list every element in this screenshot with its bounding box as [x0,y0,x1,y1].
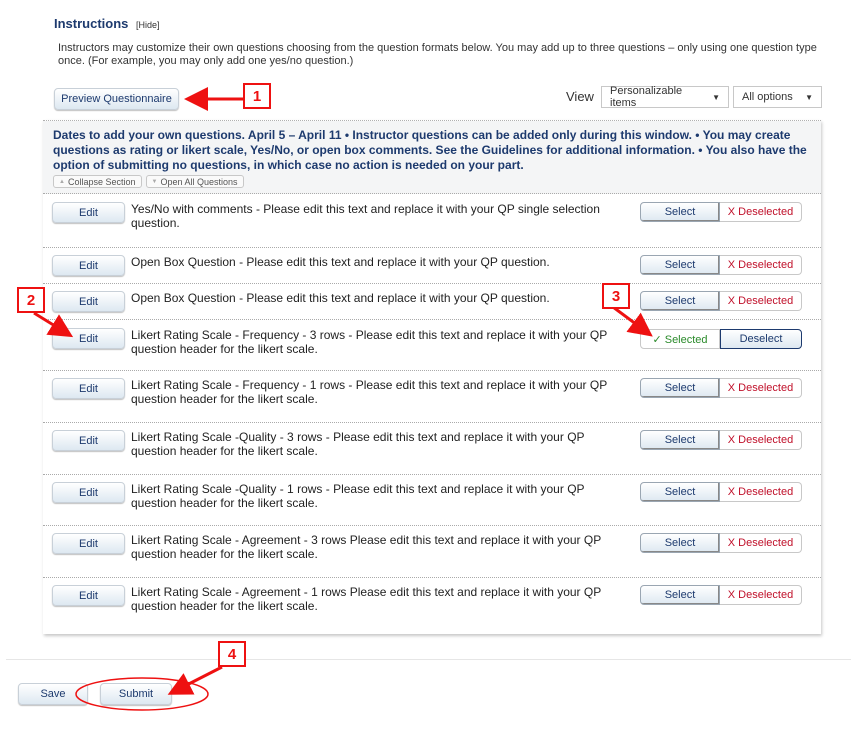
open-all-questions-button[interactable]: ▼ Open All Questions [145,175,244,188]
edit-question-button[interactable]: Edit [52,202,125,223]
edit-question-button[interactable]: Edit [52,255,125,276]
callout-2: 2 [17,287,45,313]
select-button[interactable]: Select [640,585,720,605]
selection-toggle: Select X Deselected [640,255,805,275]
callout-1: 1 [243,83,271,109]
select-button[interactable]: Select [640,291,720,311]
options-filter-value: All options [742,91,793,103]
select-button[interactable]: Select [640,255,720,275]
selection-toggle: Select X Deselected [640,202,805,222]
selection-toggle: ✓ Selected Deselect [640,329,805,349]
triangle-down-icon: ▼ [151,178,158,185]
instructions-text: Instructors may customize their own ques… [58,42,817,67]
view-filter-select[interactable]: Personalizable items ▼ [601,85,729,109]
question-row: Edit Likert Rating Scale - Agreement - 1… [43,578,821,635]
question-row: Edit Yes/No with comments - Please edit … [43,195,821,248]
deselected-status-button[interactable]: X Deselected [720,482,802,502]
question-text: Likert Rating Scale -Quality - 3 rows - … [131,430,585,458]
deselected-status-button[interactable]: X Deselected [720,255,802,275]
chevron-down-icon: ▼ [805,92,813,102]
options-filter-select[interactable]: All options ▼ [733,86,822,108]
deselected-status-button[interactable]: X Deselected [720,202,802,222]
save-button[interactable]: Save [18,683,88,705]
selection-toggle: Select X Deselected [640,378,805,398]
chevron-down-icon: ▼ [712,92,720,102]
question-text: Open Box Question - Please edit this tex… [131,291,550,305]
selected-status-button[interactable]: ✓ Selected [640,329,720,349]
view-label: View [566,89,594,104]
question-text: Yes/No with comments - Please edit this … [131,202,600,230]
hide-instructions-link[interactable]: [Hide] [136,20,160,30]
edit-question-button[interactable]: Edit [52,482,125,503]
select-button[interactable]: Select [640,482,720,502]
callout-4: 4 [218,641,246,667]
view-filter-value: Personalizable items [610,85,683,109]
deselected-status-button[interactable]: X Deselected [720,378,802,398]
select-button[interactable]: Select [640,533,720,553]
question-row: Edit Likert Rating Scale -Quality - 3 ro… [43,423,821,475]
select-button[interactable]: Select [640,378,720,398]
collapse-section-label: Collapse Section [67,176,136,187]
callout-3: 3 [602,283,630,309]
submit-button[interactable]: Submit [100,683,172,705]
select-button[interactable]: Select [640,202,720,222]
edit-question-button[interactable]: Edit [52,328,125,349]
edit-question-button[interactable]: Edit [52,585,125,606]
deselected-status-button[interactable]: X Deselected [720,291,802,311]
question-row: Edit Likert Rating Scale - Frequency - 1… [43,371,821,423]
arrow-4 [167,665,223,695]
edit-question-button[interactable]: Edit [52,291,125,312]
dates-notice: Dates to add your own questions. April 5… [53,128,807,172]
question-row: Edit Open Box Question - Please edit thi… [43,248,821,284]
collapse-section-button[interactable]: ▲ Collapse Section [53,175,142,188]
question-text: Likert Rating Scale - Frequency - 1 rows… [131,378,607,406]
question-text: Open Box Question - Please edit this tex… [131,255,550,269]
deselected-status-button[interactable]: X Deselected [720,533,802,553]
deselected-status-button[interactable]: X Deselected [720,430,802,450]
open-all-questions-label: Open All Questions [160,176,238,187]
question-row: Edit Likert Rating Scale - Frequency - 3… [43,320,821,371]
deselected-status-button[interactable]: X Deselected [720,585,802,605]
selection-toggle: Select X Deselected [640,585,805,605]
triangle-up-icon: ▲ [59,178,65,185]
edit-question-button[interactable]: Edit [52,430,125,451]
selection-toggle: Select X Deselected [640,533,805,553]
question-text: Likert Rating Scale -Quality - 1 rows - … [131,482,585,510]
instructions-heading: Instructions [Hide] [54,16,160,31]
select-button[interactable]: Select [640,430,720,450]
question-text: Likert Rating Scale - Frequency - 3 rows… [131,328,607,356]
edit-question-button[interactable]: Edit [52,378,125,399]
preview-questionnaire-button[interactable]: Preview Questionnaire [54,88,179,110]
selection-toggle: Select X Deselected [640,482,805,502]
selection-toggle: Select X Deselected [640,291,805,311]
question-row: Edit Open Box Question - Please edit thi… [43,284,821,320]
edit-question-button[interactable]: Edit [52,533,125,554]
panel-header: Dates to add your own questions. April 5… [43,121,821,194]
question-text: Likert Rating Scale - Agreement - 3 rows… [131,533,602,561]
questions-panel: Dates to add your own questions. April 5… [43,120,821,634]
deselect-button[interactable]: Deselect [720,329,802,349]
question-row: Edit Likert Rating Scale - Agreement - 3… [43,526,821,578]
selection-toggle: Select X Deselected [640,430,805,450]
footer-divider [6,659,851,660]
instructions-title: Instructions [54,16,129,31]
question-row: Edit Likert Rating Scale -Quality - 1 ro… [43,475,821,526]
question-text: Likert Rating Scale - Agreement - 1 rows… [131,585,602,613]
